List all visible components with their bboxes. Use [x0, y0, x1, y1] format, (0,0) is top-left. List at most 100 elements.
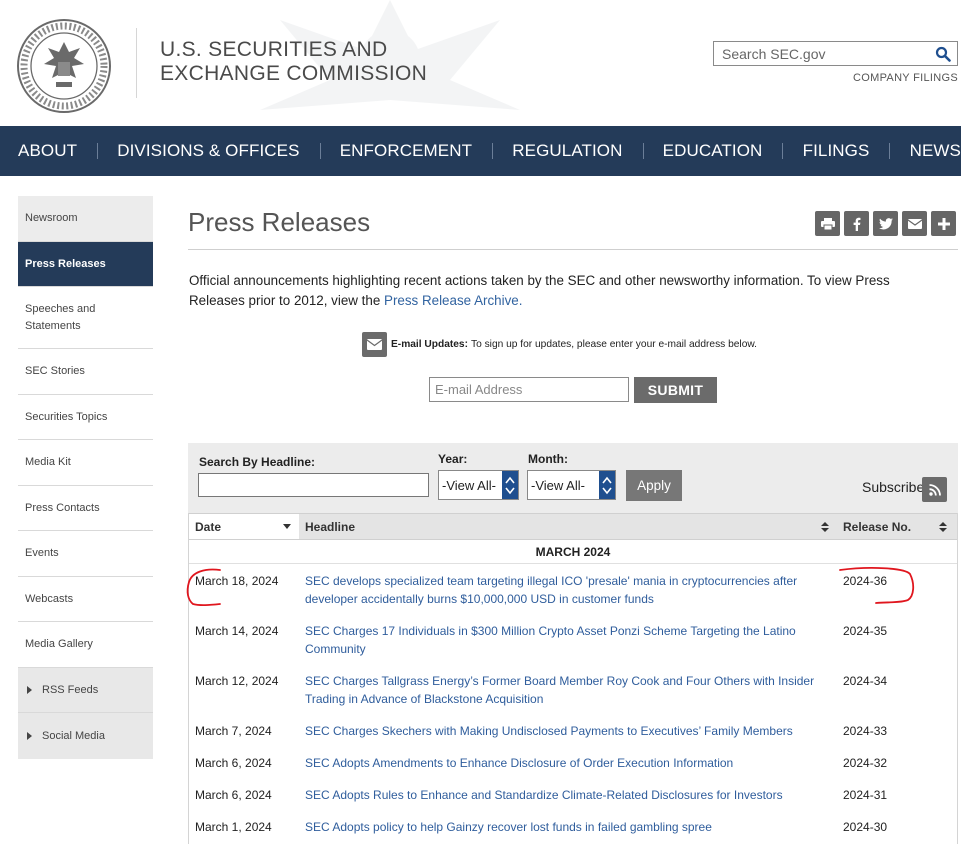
sidebar-item-label: Social Media: [42, 729, 105, 742]
facebook-icon: [853, 217, 860, 231]
page-title: Press Releases: [188, 207, 371, 237]
print-button[interactable]: [815, 211, 840, 236]
share-toolbar: [815, 211, 956, 236]
row-date: March 12, 2024: [195, 674, 279, 688]
nav-about[interactable]: ABOUT: [18, 141, 77, 161]
plus-icon: [937, 217, 950, 230]
email-updates-text: To sign up for updates, please enter you…: [471, 339, 757, 350]
row-release-number: 2024-33: [843, 724, 888, 738]
row-release-number: 2024-30: [843, 820, 888, 834]
company-filings-link[interactable]: COMPANY FILINGS: [853, 72, 958, 84]
sidebar-item-speeches-statements[interactable]: Speeches and Statements: [18, 287, 153, 349]
spinner-arrows-icon: [599, 471, 615, 499]
sidebar-item-label: Webcasts: [25, 592, 74, 605]
month-label: Month:: [528, 452, 568, 466]
caret-right-icon: [27, 732, 32, 740]
row-headline-link[interactable]: SEC Charges Skechers with Making Undiscl…: [305, 722, 825, 740]
site-header: U.S. SECURITIES AND EXCHANGE COMMISSION …: [0, 0, 961, 126]
sidebar-item-label: Media Gallery: [25, 638, 93, 650]
spinner-arrows-icon: [502, 471, 518, 499]
email-field[interactable]: [429, 377, 629, 402]
row-headline-link[interactable]: SEC Adopts Rules to Enhance and Standard…: [305, 786, 825, 804]
submit-button[interactable]: SUBMIT: [634, 377, 717, 403]
headline-column-header[interactable]: Headline: [305, 514, 835, 539]
sidebar-item-label: Media Kit: [25, 456, 71, 468]
main-nav: ABOUT DIVISIONS & OFFICES ENFORCEMENT RE…: [0, 126, 961, 176]
twitter-icon: [878, 217, 893, 229]
nav-divisions-offices[interactable]: DIVISIONS & OFFICES: [117, 141, 299, 161]
sidebar-item-social-media[interactable]: Social Media: [18, 713, 153, 759]
intro-body: Official announcements highlighting rece…: [189, 273, 890, 308]
row-headline-link[interactable]: SEC Adopts policy to help Gainzy recover…: [305, 818, 825, 836]
sort-desc-icon: [283, 524, 291, 529]
sort-both-icon: [821, 522, 829, 532]
headline-search-label: Search By Headline:: [199, 455, 316, 469]
press-release-archive-link[interactable]: Press Release Archive.: [384, 293, 522, 308]
release-no-column-header[interactable]: Release No.: [843, 514, 957, 539]
sidebar-item-media-kit[interactable]: Media Kit: [18, 440, 153, 486]
subscribe-link[interactable]: Subscribe: [862, 479, 924, 495]
agency-name-line1: U.S. SECURITIES AND: [160, 38, 388, 61]
press-releases-table: Date Headline Release No. MARCH 2024 Mar…: [188, 513, 958, 844]
month-select[interactable]: -View All-: [527, 470, 616, 500]
sidebar-item-webcasts[interactable]: Webcasts: [18, 577, 153, 622]
search-icon[interactable]: [935, 46, 951, 62]
date-column-header[interactable]: Date: [189, 514, 299, 539]
table-header: Date Headline Release No.: [189, 513, 957, 540]
row-release-number: 2024-31: [843, 788, 888, 802]
agency-name-line2: EXCHANGE COMMISSION: [160, 62, 428, 85]
nav-news[interactable]: NEWS: [910, 141, 961, 161]
email-updates-icon: [362, 332, 387, 357]
release-no-column-label: Release No.: [843, 519, 912, 534]
agency-name[interactable]: U.S. SECURITIES AND EXCHANGE COMMISSION: [160, 38, 427, 86]
sidebar-item-events[interactable]: Events: [18, 531, 153, 577]
sidebar-item-rss-feeds[interactable]: RSS Feeds: [18, 668, 153, 713]
nav-regulation[interactable]: REGULATION: [512, 141, 622, 161]
header-divider: [136, 28, 137, 98]
nav-filings[interactable]: FILINGS: [803, 141, 870, 161]
facebook-share-button[interactable]: [844, 211, 869, 236]
nav-enforcement[interactable]: ENFORCEMENT: [340, 141, 472, 161]
sidebar-item-label: SEC Stories: [25, 365, 85, 377]
row-headline-link[interactable]: SEC Charges Tallgrass Energy’s Former Bo…: [305, 672, 825, 708]
sidebar-item-label: Securities Topics: [25, 410, 108, 423]
sidebar-item-media-gallery[interactable]: Media Gallery: [18, 622, 153, 668]
email-updates-label: E-mail Updates:: [391, 339, 468, 350]
row-release-number: 2024-36: [843, 574, 888, 588]
sidebar-item-sec-stories[interactable]: SEC Stories: [18, 349, 153, 395]
year-select-value: -View All-: [442, 477, 496, 493]
sort-both-icon: [939, 522, 947, 532]
sidebar-item-press-contacts[interactable]: Press Contacts: [18, 486, 153, 531]
headline-search-input[interactable]: [198, 473, 429, 497]
row-date: March 14, 2024: [195, 624, 279, 638]
filter-bar: Search By Headline: Year: -View All- Mon…: [188, 443, 958, 513]
sidebar-item-label: Press Releases: [25, 257, 106, 270]
row-headline-link[interactable]: SEC develops specialized team targeting …: [305, 572, 825, 608]
sidebar-item-newsroom[interactable]: Newsroom: [18, 196, 153, 242]
sidebar-item-press-releases[interactable]: Press Releases: [18, 242, 153, 287]
row-release-number: 2024-34: [843, 674, 888, 688]
headline-column-label: Headline: [305, 519, 356, 534]
rss-subscribe-button[interactable]: [922, 477, 947, 502]
title-divider: [188, 249, 958, 250]
row-release-number: 2024-35: [843, 624, 888, 638]
rss-icon: [928, 483, 941, 496]
month-select-value: -View All-: [531, 477, 585, 493]
caret-right-icon: [27, 686, 32, 694]
sidebar-item-securities-topics[interactable]: Securities Topics: [18, 395, 153, 440]
email-updates-notice: E-mail Updates: To sign up for updates, …: [362, 332, 757, 357]
search-input[interactable]: [714, 42, 924, 65]
more-share-button[interactable]: [931, 211, 956, 236]
email-share-button[interactable]: [902, 211, 927, 236]
envelope-icon: [907, 218, 922, 229]
sidebar-item-label: Newsroom: [25, 212, 78, 224]
year-select[interactable]: -View All-: [438, 470, 519, 500]
row-date: March 7, 2024: [195, 724, 272, 738]
row-headline-link[interactable]: SEC Charges 17 Individuals in $300 Milli…: [305, 622, 825, 658]
sidebar-item-label: Press Contacts: [25, 501, 100, 514]
twitter-share-button[interactable]: [873, 211, 898, 236]
row-headline-link[interactable]: SEC Adopts Amendments to Enhance Disclos…: [305, 754, 825, 772]
nav-education[interactable]: EDUCATION: [663, 141, 763, 161]
row-date: March 1, 2024: [195, 820, 272, 834]
apply-button[interactable]: Apply: [626, 470, 682, 501]
